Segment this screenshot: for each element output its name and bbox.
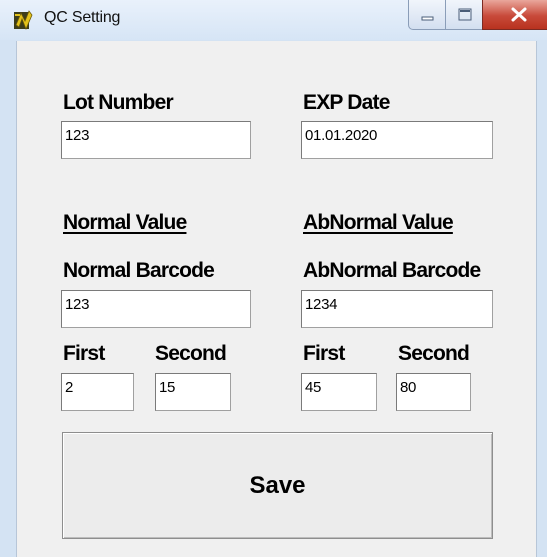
lot-number-label: Lot Number <box>63 91 174 114</box>
normal-barcode-input[interactable]: 123 <box>61 290 251 328</box>
normal-barcode-label: Normal Barcode <box>63 259 215 282</box>
abnormal-second-label: Second <box>398 342 470 365</box>
abnormal-barcode-input[interactable]: 1234 <box>301 290 493 328</box>
exp-date-input[interactable]: 01.01.2020 <box>301 121 493 159</box>
abnormal-second-input[interactable]: 80 <box>396 373 471 411</box>
normal-value-heading: Normal Value <box>63 211 187 234</box>
maximize-button[interactable] <box>445 0 483 30</box>
abnormal-first-input[interactable]: 45 <box>301 373 377 411</box>
close-icon <box>511 7 527 22</box>
close-button[interactable] <box>482 0 547 30</box>
abnormal-value-heading: AbNormal Value <box>303 211 454 234</box>
qc-app-icon <box>14 10 33 31</box>
minimize-icon <box>421 16 434 21</box>
exp-date-label: EXP Date <box>303 91 390 114</box>
normal-first-input[interactable]: 2 <box>61 373 134 411</box>
normal-second-label: Second <box>155 342 227 365</box>
abnormal-first-label: First <box>303 342 345 365</box>
lot-number-input[interactable]: 123 <box>61 121 251 159</box>
normal-second-input[interactable]: 15 <box>155 373 231 411</box>
save-button-label: Save <box>249 471 306 499</box>
normal-first-label: First <box>63 342 105 365</box>
save-button[interactable]: Save <box>62 432 493 539</box>
window: QC Setting Lot Number 123 EXP Date 01.01… <box>0 0 547 557</box>
window-title: QC Setting <box>44 9 121 26</box>
title-bar[interactable]: QC Setting <box>0 0 547 40</box>
maximize-icon <box>458 8 472 21</box>
minimize-button[interactable] <box>408 0 446 30</box>
abnormal-barcode-label: AbNormal Barcode <box>303 259 481 282</box>
